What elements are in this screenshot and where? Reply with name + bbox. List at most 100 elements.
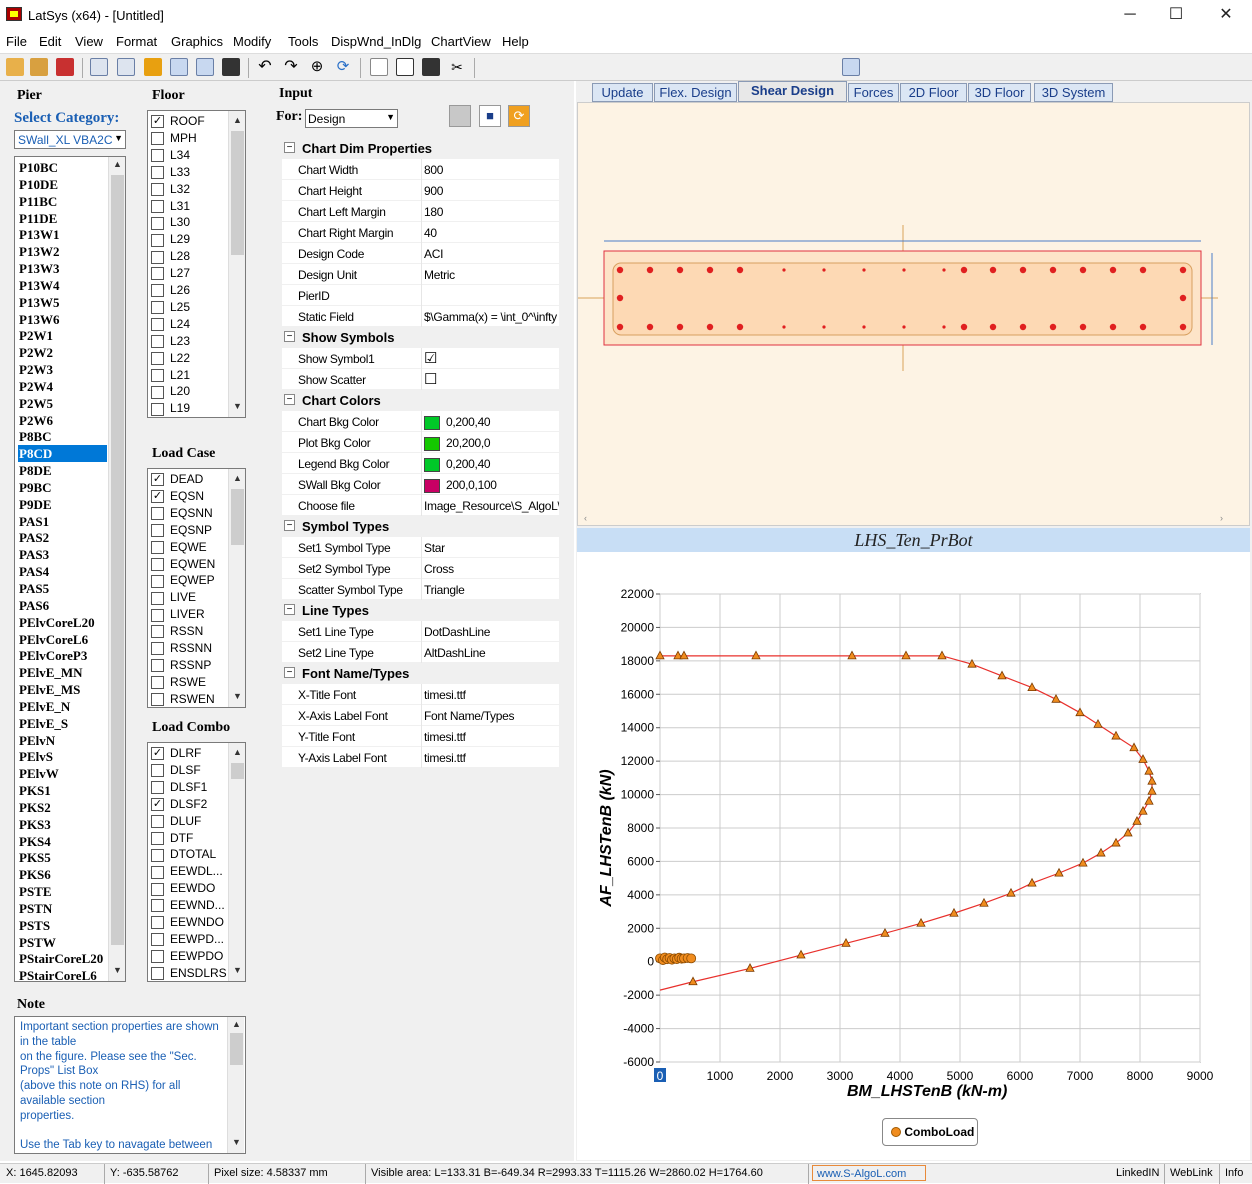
- tab-forces[interactable]: Forces: [848, 83, 899, 102]
- load-combo-item[interactable]: DLSF: [151, 762, 201, 779]
- scroll-left-icon[interactable]: ‹: [584, 513, 587, 523]
- floor-item[interactable]: L32: [151, 181, 190, 198]
- load-combo-item[interactable]: EEWND...: [151, 897, 225, 914]
- floor-scrollbar[interactable]: ▲ ▼: [228, 111, 245, 417]
- property-value[interactable]: Star: [421, 537, 559, 558]
- property-value[interactable]: 200,0,100: [421, 474, 559, 495]
- pier-item[interactable]: PAS5: [18, 580, 107, 597]
- property-value[interactable]: Font Name/Types: [421, 705, 559, 726]
- pier-item[interactable]: PElvE_MS: [18, 681, 107, 698]
- pier-item[interactable]: PStairCoreL20: [18, 950, 107, 967]
- pier-item[interactable]: PAS6: [18, 597, 107, 614]
- load-case-item[interactable]: RSSN: [151, 623, 203, 640]
- checkbox[interactable]: ✓: [151, 490, 164, 504]
- property-row[interactable]: Design Code ACI: [282, 243, 559, 264]
- property-row[interactable]: SWall Bkg Color 200,0,100: [282, 474, 559, 495]
- property-row[interactable]: Y-Title Font timesi.ttf: [282, 726, 559, 747]
- checkbox[interactable]: [151, 933, 164, 947]
- pier-item[interactable]: P8BC: [18, 428, 107, 445]
- load-combo-list[interactable]: ✓ DLRF DLSF DLSF1 ✓ DLSF2 DLUF DTF DTOTAL EEWDL..…: [147, 742, 246, 982]
- load-combo-scrollbar[interactable]: ▲ ▼: [228, 743, 245, 981]
- pier-item[interactable]: P9DE: [18, 496, 107, 513]
- grid-icon[interactable]: [117, 58, 135, 76]
- menu-view[interactable]: View: [75, 34, 103, 49]
- property-row[interactable]: Y-Axis Label Font timesi.ttf: [282, 747, 559, 768]
- section-view[interactable]: ‹ ›: [577, 102, 1250, 526]
- property-value[interactable]: ☑: [421, 348, 559, 369]
- floor-item[interactable]: L27: [151, 265, 190, 282]
- print-preview-icon[interactable]: [196, 58, 214, 76]
- property-value[interactable]: Cross: [421, 558, 559, 579]
- property-value[interactable]: DotDashLine: [421, 621, 559, 642]
- property-value[interactable]: ACI: [421, 243, 559, 264]
- property-category[interactable]: − Chart Dim Properties: [282, 138, 559, 159]
- checkbox[interactable]: [151, 132, 164, 146]
- property-category[interactable]: − Symbol Types: [282, 516, 559, 537]
- menu-modify[interactable]: Modify: [233, 34, 271, 49]
- floor-item[interactable]: L30: [151, 214, 190, 231]
- property-value[interactable]: 800: [421, 159, 559, 180]
- load-combo-item[interactable]: DTF: [151, 830, 193, 847]
- property-value[interactable]: timesi.ttf: [421, 726, 559, 747]
- pier-item[interactable]: PElvCoreP3: [18, 647, 107, 664]
- property-row[interactable]: Scatter Symbol Type Triangle: [282, 579, 559, 600]
- property-value[interactable]: 180: [421, 201, 559, 222]
- menu-edit[interactable]: Edit: [39, 34, 61, 49]
- load-combo-item[interactable]: EEWDL...: [151, 863, 223, 880]
- pier-item[interactable]: PKS3: [18, 816, 107, 833]
- property-row[interactable]: Chart Bkg Color 0,200,40: [282, 411, 559, 432]
- chart-settings-icon[interactable]: [842, 58, 860, 76]
- pier-item[interactable]: P9BC: [18, 479, 107, 496]
- menu-graphics[interactable]: Graphics: [171, 34, 223, 49]
- load-case-item[interactable]: RSWEN: [151, 691, 215, 707]
- refresh-icon[interactable]: ⟳: [334, 58, 352, 76]
- disk-icon[interactable]: [422, 58, 440, 76]
- property-value[interactable]: $\Gamma(x) = \int_0^\infty: [421, 306, 559, 327]
- floor-item[interactable]: MPH: [151, 130, 197, 147]
- tab-3d-system[interactable]: 3D System: [1034, 83, 1113, 102]
- checkbox[interactable]: [151, 301, 164, 315]
- floor-item[interactable]: L21: [151, 367, 190, 384]
- checkbox[interactable]: ✓: [151, 115, 164, 129]
- property-row[interactable]: X-Title Font timesi.ttf: [282, 684, 559, 705]
- pier-item[interactable]: PSTE: [18, 883, 107, 900]
- property-row[interactable]: Set1 Symbol Type Star: [282, 537, 559, 558]
- menu-format[interactable]: Format: [116, 34, 157, 49]
- save-icon[interactable]: [222, 58, 240, 76]
- checkbox[interactable]: [151, 318, 164, 332]
- note-box[interactable]: Important section properties are shown in…: [14, 1016, 246, 1154]
- tab-3d-floor[interactable]: 3D Floor: [968, 83, 1031, 102]
- checkbox[interactable]: [151, 676, 164, 690]
- paste-button[interactable]: [449, 105, 471, 127]
- floor-item[interactable]: L23: [151, 333, 190, 350]
- page-icon[interactable]: [370, 58, 388, 76]
- property-value[interactable]: Image_Resource\S_AlgoL\: [421, 495, 559, 516]
- pier-item[interactable]: P13W1: [18, 226, 107, 243]
- load-combo-item[interactable]: DLUF: [151, 813, 201, 830]
- property-row[interactable]: Set2 Symbol Type Cross: [282, 558, 559, 579]
- pier-item[interactable]: PKS6: [18, 866, 107, 883]
- checkbox[interactable]: [151, 916, 164, 930]
- checkbox[interactable]: [151, 166, 164, 180]
- load-case-item[interactable]: LIVER: [151, 606, 205, 623]
- load-combo-item[interactable]: EEWPDO: [151, 948, 223, 965]
- checkbox[interactable]: [151, 267, 164, 281]
- pier-item[interactable]: PKS5: [18, 849, 107, 866]
- load-combo-item[interactable]: EEWNDO: [151, 914, 224, 931]
- pier-item[interactable]: PAS3: [18, 546, 107, 563]
- checkbox[interactable]: [151, 831, 164, 845]
- property-value[interactable]: Metric: [421, 264, 559, 285]
- load-case-item[interactable]: ✓ DEAD: [151, 471, 203, 488]
- export-icon[interactable]: [56, 58, 74, 76]
- pier-item[interactable]: P10BC: [18, 159, 107, 176]
- pier-item[interactable]: P13W6: [18, 311, 107, 328]
- checkbox[interactable]: [151, 149, 164, 163]
- pier-item[interactable]: P8CD: [18, 445, 107, 463]
- pier-item[interactable]: P8DE: [18, 462, 107, 479]
- property-value[interactable]: AltDashLine: [421, 642, 559, 663]
- checkbox[interactable]: [151, 693, 164, 707]
- checkbox[interactable]: ☐: [424, 371, 437, 388]
- undo-icon[interactable]: ↶: [256, 58, 274, 76]
- menu-help[interactable]: Help: [502, 34, 529, 49]
- tab-flex-design[interactable]: Flex. Design: [654, 83, 737, 102]
